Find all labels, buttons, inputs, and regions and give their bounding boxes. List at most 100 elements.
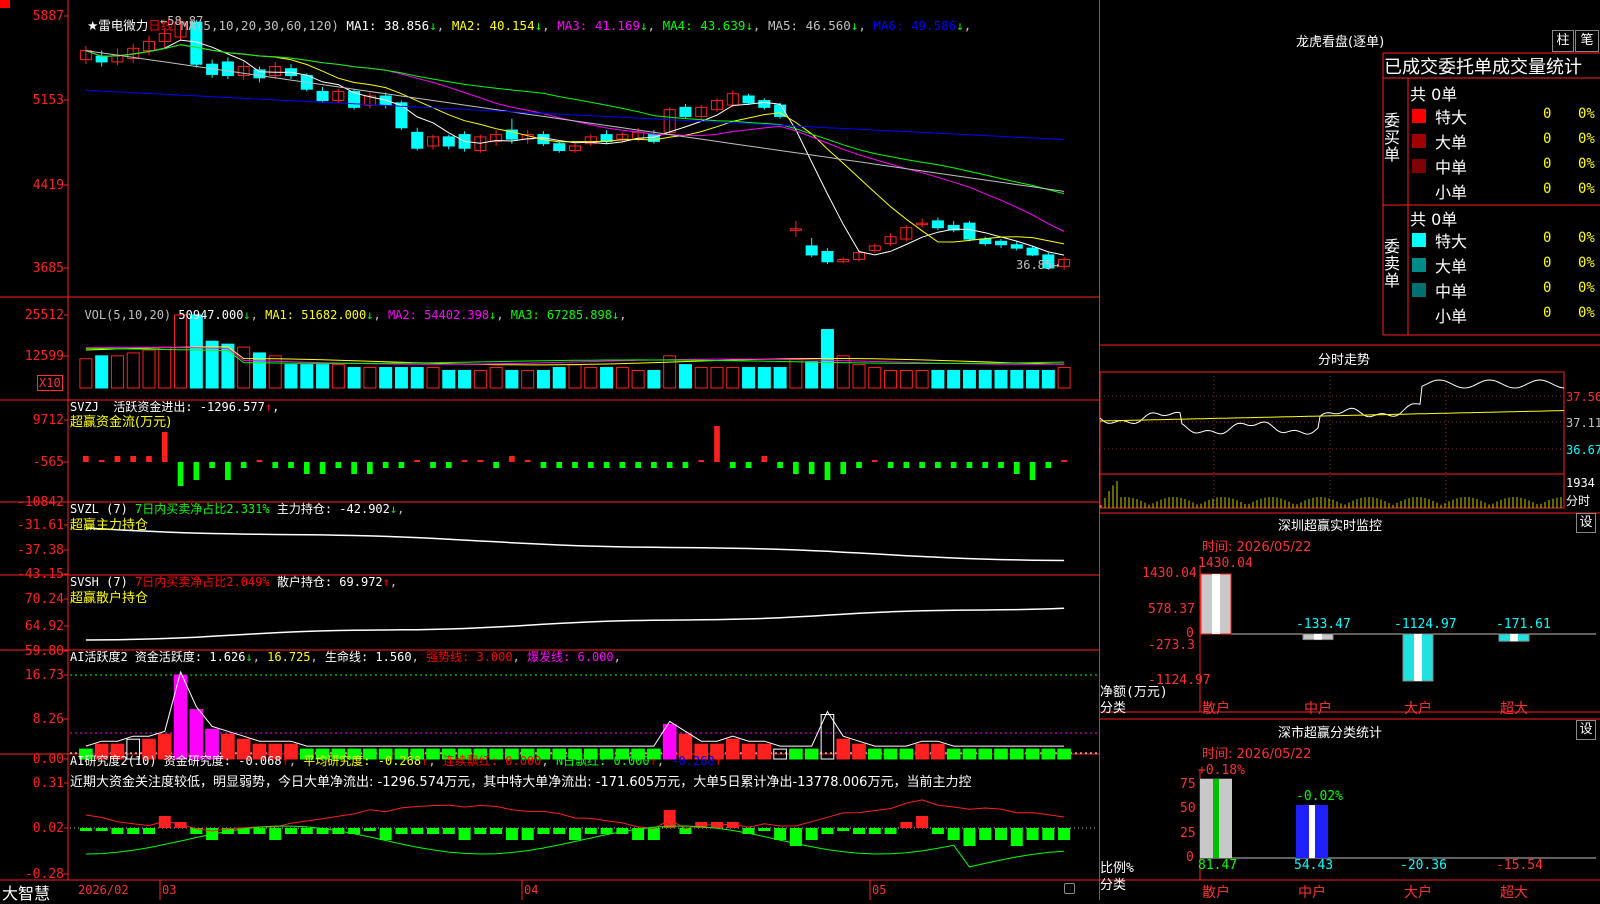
research-bar	[947, 828, 960, 840]
research-bar	[1058, 828, 1071, 840]
volume-bar	[1041, 369, 1055, 389]
candle-body[interactable]	[994, 240, 1008, 246]
sz-monitor-category: 散户	[1202, 701, 1230, 717]
intraday-vol-unit: 分时	[1566, 494, 1591, 508]
sz-category-y-tick: 50	[1180, 801, 1196, 816]
research-bar	[285, 828, 297, 834]
svzl-subtitle: 超赢主力持仓	[70, 518, 149, 533]
candle-body[interactable]	[805, 245, 818, 256]
ai-active-y-tick: 0.00	[33, 752, 64, 767]
down-arrow-icon: ↓	[611, 308, 620, 322]
order-count: 0	[1543, 305, 1552, 321]
sz-monitor-bar	[1302, 633, 1334, 641]
research-bar	[821, 828, 834, 834]
fund-flow-bar	[288, 462, 294, 468]
research-bar	[931, 828, 944, 834]
fund-flow-bar	[524, 460, 531, 462]
vol-panel-header: VOL(5,10,20) 50947.000↓, MA1: 51682.000↓…	[84, 308, 634, 322]
sz-category-bar-stripe	[1309, 805, 1315, 858]
volume-bar	[505, 369, 519, 389]
sz-monitor-title: 深圳超赢实时监控	[1278, 519, 1383, 534]
fund-flow-bar	[303, 462, 310, 474]
ma-legend-item: MA4: 43.639	[662, 18, 746, 33]
sz-monitor-bar-highlight	[1414, 634, 1422, 681]
order-size-label: 大单	[1435, 257, 1468, 276]
stock-name[interactable]: 雷电微力	[98, 18, 148, 33]
ma-legend-item: MA3: 41.169	[557, 18, 640, 33]
research-bar	[111, 828, 124, 834]
activity-bar	[867, 748, 882, 760]
research-bar	[900, 822, 913, 828]
buy-total: 共 0单	[1410, 85, 1458, 104]
lock-icon[interactable]	[1064, 883, 1075, 894]
date-label-2: 04	[524, 883, 539, 897]
fund-flow-bar	[793, 462, 799, 474]
main-force-line	[85, 527, 1065, 562]
volume-bar	[868, 367, 882, 389]
volume-bar	[174, 314, 188, 389]
ma-legend-item: MA6: 49.586	[873, 18, 957, 33]
down-arrow-icon: ↓	[429, 18, 437, 33]
fund-flow-bar	[950, 462, 957, 468]
candle-body[interactable]	[442, 136, 455, 147]
research-bar	[363, 828, 376, 831]
candle-body[interactable]	[316, 90, 329, 102]
volume-bar	[552, 367, 566, 389]
tick-mode-button[interactable]: 笔	[1575, 30, 1599, 52]
sz-category-bar	[1296, 805, 1328, 858]
volume-bar	[757, 367, 771, 389]
date-label-1: 03	[162, 883, 177, 897]
fund-flow-bar	[98, 460, 105, 462]
fund-flow-bar	[587, 462, 594, 468]
volume-bar	[410, 367, 424, 389]
candle-body[interactable]	[963, 222, 976, 240]
sz-monitor-xlabel: 分类	[1100, 701, 1127, 716]
research-bar	[395, 828, 408, 834]
sz-category-ratio: -15.54	[1496, 858, 1543, 873]
volume-bar	[931, 369, 945, 389]
volume-bar	[663, 355, 677, 389]
candle-body[interactable]	[679, 106, 692, 117]
candle-body[interactable]	[821, 251, 834, 263]
svzj-y-tick: -565	[33, 455, 64, 470]
fund-flow-bar	[319, 462, 326, 474]
candle-body[interactable]	[931, 220, 944, 229]
ai-active-y-tick: 8.26	[33, 712, 64, 727]
fund-flow-bar	[556, 462, 563, 468]
research-bar	[442, 828, 455, 834]
fund-flow-bar	[445, 462, 452, 468]
candle-body[interactable]	[758, 100, 771, 108]
candle-body[interactable]	[1026, 247, 1039, 256]
order-count: 0	[1543, 181, 1552, 197]
sz-monitor-value-label: -1124.97	[1394, 617, 1457, 632]
fund-flow-bar	[351, 462, 357, 474]
volume-bar	[631, 369, 645, 389]
star-icon: ★	[87, 18, 99, 33]
candle-body[interactable]	[1010, 244, 1023, 249]
volume-bar	[473, 369, 487, 389]
volume-bar	[694, 367, 708, 389]
volume-bar	[994, 369, 1008, 389]
sz-monitor-settings-button[interactable]: 设	[1576, 513, 1596, 533]
sz-monitor-bar-highlight	[1212, 574, 1220, 634]
research-bar	[647, 828, 660, 840]
fund-flow-bar	[572, 462, 578, 468]
candle-body[interactable]	[979, 238, 992, 245]
sz-monitor-category: 超大	[1500, 701, 1528, 717]
fund-flow-bar	[651, 462, 657, 468]
sz-monitor-time: 时间: 2026/05/22	[1202, 540, 1312, 555]
volume-bar	[237, 346, 251, 389]
candle-body[interactable]	[411, 131, 424, 149]
sz-category-settings-button[interactable]: 设	[1576, 720, 1596, 740]
ai-research-comment: 近期大资金关注度较低，明显弱势，今日大单净流出: -1296.574万元，其中特…	[70, 775, 972, 790]
order-size-swatch	[1412, 258, 1426, 272]
vol-ma-legend: MA1: 51682.000↓, MA2: 54402.398↓, MA3: 6…	[265, 308, 634, 322]
bar-mode-button[interactable]: 柱	[1552, 30, 1574, 52]
order-size-swatch	[1412, 283, 1426, 297]
candle-body[interactable]	[95, 55, 108, 63]
down-arrow-icon: ↓	[956, 18, 964, 33]
candle-body[interactable]	[742, 95, 755, 104]
volume-bar	[300, 364, 314, 389]
candle-body[interactable]	[553, 143, 566, 151]
candle-body[interactable]	[221, 61, 234, 77]
